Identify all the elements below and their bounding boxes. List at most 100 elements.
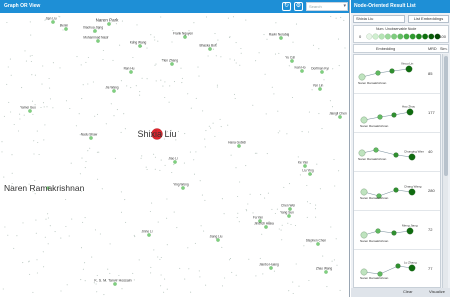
embedding-node xyxy=(406,108,414,116)
graph-node-circle[interactable] xyxy=(112,89,116,93)
graph-node-circle[interactable] xyxy=(89,136,93,140)
graph-node[interactable]: Ivan Ho xyxy=(295,66,306,73)
embedding-thumbnail[interactable]: Naren Ramakrishnan Meng Jiang xyxy=(354,211,424,250)
embedding-thumbnail[interactable]: Naren Ramakrishnan Chunqing Wang xyxy=(354,133,424,172)
query-input[interactable]: Shixia Liu xyxy=(353,15,405,23)
visualize-button[interactable]: Visualize xyxy=(429,289,445,294)
graph-node-circle[interactable] xyxy=(28,109,32,113)
clear-button[interactable]: Clear xyxy=(403,289,413,294)
graph-node-circle[interactable] xyxy=(216,238,220,242)
graph-node[interactable]: Jianbo Huang xyxy=(259,263,279,270)
graph-node-circle[interactable] xyxy=(170,62,174,66)
graph-node[interactable]: Zhao Wang xyxy=(316,267,333,274)
graph-node[interactable]: Yu Cai xyxy=(285,56,295,63)
graph-node-circle[interactable] xyxy=(303,164,307,168)
graph-node[interactable]: Mohammad Nasir xyxy=(83,36,110,43)
graph-node[interactable]: Jian Liu xyxy=(46,17,57,24)
graph-node[interactable]: Naren Park xyxy=(96,18,120,26)
graph-node[interactable]: Ravin Nerabaj xyxy=(269,33,289,40)
graph-node[interactable]: Ke Yan xyxy=(298,161,308,168)
background-node-dot xyxy=(70,162,72,164)
background-node-dot xyxy=(184,133,186,135)
graph-node[interactable]: Ying Wong xyxy=(173,183,189,190)
graph-node-circle[interactable] xyxy=(237,144,241,148)
graph-node[interactable]: K. S. M. Tanvir Hossain xyxy=(94,279,132,286)
graph-node[interactable]: Liu Ying xyxy=(302,169,314,176)
graph-node[interactable]: Xiaohua Jiang xyxy=(83,26,103,33)
graph-node[interactable]: Frank Nguyen xyxy=(173,32,193,39)
graph-node-circle[interactable] xyxy=(107,22,111,26)
graph-node[interactable]: Hana Gobidi xyxy=(228,141,246,148)
graph-node-circle[interactable] xyxy=(147,233,151,237)
graph-node-circle[interactable] xyxy=(173,160,177,164)
graph-node[interactable]: Yamei Guo xyxy=(20,106,36,113)
graph-node[interactable]: Naren Ramakrishnan xyxy=(4,183,85,193)
embedding-thumbnail[interactable]: Naren Ramakrishnan Lu Zhang xyxy=(354,250,424,288)
graph-node-label: K. S. M. Tanvir Hossain xyxy=(94,279,131,283)
graph-node-circle[interactable] xyxy=(279,36,283,40)
graph-node-circle[interactable] xyxy=(300,69,304,73)
graph-node-circle[interactable] xyxy=(324,270,328,274)
graph-node-circle[interactable] xyxy=(338,115,342,119)
graph-node[interactable]: Jinho Li xyxy=(142,230,153,237)
result-row[interactable]: Naren Ramakrishnan Hao Zhou 177 xyxy=(354,94,440,133)
graph-node-circle[interactable] xyxy=(64,27,68,31)
graph-node-circle[interactable] xyxy=(183,35,187,39)
graph-node-circle[interactable] xyxy=(51,20,55,24)
graph-node[interactable]: Renin xyxy=(60,24,69,31)
graph-node-circle[interactable] xyxy=(93,29,97,33)
result-row[interactable]: Naren Ramakrishnan Lu Zhang 77 xyxy=(354,250,440,288)
embedding-thumbnail[interactable]: Naren Ramakrishnan Xinyu Lin xyxy=(354,55,424,94)
embedding-thumbnail[interactable]: Naren Ramakrishnan Hao Zhou xyxy=(354,94,424,133)
column-embedding[interactable]: Embedding xyxy=(376,47,395,51)
graph-node-circle[interactable] xyxy=(269,266,273,270)
graph-node[interactable]: Tien Zhang xyxy=(162,59,178,66)
result-row[interactable]: Naren Ramakrishnan Meng Jiang 72 xyxy=(354,211,440,250)
result-list[interactable]: Naren Ramakrishnan Xinyu Lin 85 Naren Ramak… xyxy=(353,54,441,288)
graph-node-circle[interactable] xyxy=(208,47,212,51)
graph-node-circle[interactable] xyxy=(318,87,322,91)
refresh-icon[interactable]: ↻ xyxy=(282,2,291,11)
graph-canvas[interactable]: Jian Liu Naren Park Renin Xiaohua Jiang Moha… xyxy=(0,14,350,297)
graph-node[interactable]: Yang Sun xyxy=(280,211,294,218)
graph-node-circle[interactable] xyxy=(113,282,117,286)
graph-node-circle[interactable] xyxy=(138,44,142,48)
graph-node[interactable]: Nadu Shaw xyxy=(81,133,98,140)
graph-node[interactable]: Jie Wang xyxy=(105,86,119,93)
result-row[interactable]: Naren Ramakrishnan Chang Wang 280 xyxy=(354,172,440,211)
graph-node[interactable]: Yen Lin xyxy=(313,84,324,91)
settings-icon[interactable]: ⚙ xyxy=(294,2,303,11)
column-sim[interactable]: Sim. xyxy=(440,47,448,51)
graph-node[interactable]: Dorfman Kyi xyxy=(311,67,329,74)
graph-node-circle[interactable] xyxy=(181,186,185,190)
graph-node-circle[interactable] xyxy=(320,70,324,74)
graph-node[interactable]: Kang Wang xyxy=(130,41,147,48)
graph-node[interactable]: Jiang Liu xyxy=(210,235,223,242)
scroll-thumb[interactable] xyxy=(444,56,448,176)
graph-node-circle[interactable] xyxy=(316,242,320,246)
graph-node[interactable]: Ran Hu xyxy=(124,67,135,74)
graph-node-circle[interactable] xyxy=(96,39,100,43)
graph-nodes[interactable]: Jian Liu Naren Park Renin Xiaohua Jiang Moha… xyxy=(4,17,347,286)
chevron-down-icon[interactable]: ▾ xyxy=(343,3,346,10)
graph-node[interactable]: Bhaska Bolt xyxy=(199,44,217,51)
graph-node[interactable]: Jindrich Alaka xyxy=(254,222,274,229)
graph-node-circle[interactable] xyxy=(287,214,291,218)
graph-node[interactable]: Shixia Liu xyxy=(137,128,177,140)
graph-node-circle[interactable] xyxy=(308,172,312,176)
result-row[interactable]: Naren Ramakrishnan Xinyu Lin 85 xyxy=(354,55,440,94)
graph-node[interactable]: Jiao Li xyxy=(168,157,178,164)
graph-node-circle[interactable] xyxy=(129,70,133,74)
graph-node[interactable]: Jiangli Chen xyxy=(329,112,347,119)
scrollbar[interactable] xyxy=(442,54,448,288)
graph-node[interactable]: Stephen Chen xyxy=(306,239,327,246)
embedding-thumbnail[interactable]: Naren Ramakrishnan Chang Wang xyxy=(354,172,424,211)
list-embeddings-button[interactable]: List Embeddings xyxy=(408,15,449,23)
search-input[interactable]: Search ▾ xyxy=(306,2,348,11)
background-node-dot xyxy=(84,167,86,169)
result-row[interactable]: Naren Ramakrishnan Chunqing Wang 40 xyxy=(354,133,440,172)
column-mrd[interactable]: MRD xyxy=(428,47,437,51)
embedding-node xyxy=(358,73,366,81)
graph-node-circle[interactable] xyxy=(290,59,294,63)
graph-node-circle[interactable] xyxy=(264,225,268,229)
